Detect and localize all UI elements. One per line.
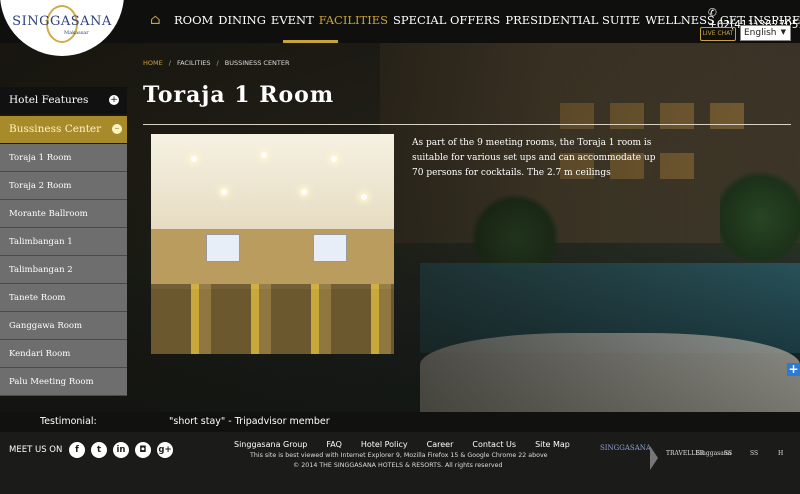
testimonial-label: Testimonial: — [40, 416, 97, 427]
footer-link-faq[interactable]: FAQ — [326, 440, 342, 449]
sidebar-hotel-features[interactable]: Hotel Features + — [0, 87, 127, 114]
facebook-icon[interactable]: f — [69, 442, 85, 458]
breadcrumb-facilities[interactable]: FACILITIES — [177, 59, 211, 67]
brand-logo-main[interactable]: SINGGASANA — [600, 444, 651, 472]
browser-note: This site is best viewed with Internet E… — [250, 452, 548, 459]
footer-link-contact[interactable]: Contact Us — [472, 440, 516, 449]
flickr-icon[interactable]: ◘ — [135, 442, 151, 458]
footer-link-hotel-policy[interactable]: Hotel Policy — [361, 440, 408, 449]
home-icon[interactable]: ⌂ — [150, 13, 164, 27]
nav-special-offers[interactable]: SPECIAL OFFERS — [393, 13, 500, 27]
sidebar-item-tanete[interactable]: Tanete Room — [0, 284, 127, 312]
copyright: © 2014 THE SINGGASANA HOTELS & RESORTS. … — [293, 462, 503, 469]
google-plus-icon[interactable]: g+ — [157, 442, 173, 458]
footer-link-sitemap[interactable]: Site Map — [535, 440, 570, 449]
meet-us-label: MEET US ON — [9, 445, 63, 455]
breadcrumb-separator: / — [168, 59, 171, 67]
breadcrumb-separator: / — [216, 59, 219, 67]
phone-icon: ✆ — [708, 7, 717, 19]
sidebar-item-morante-ballroom[interactable]: Morante Ballroom — [0, 200, 127, 228]
logo-subtext: Makassar — [64, 30, 89, 36]
sidebar-item-ganggawa[interactable]: Ganggawa Room — [0, 312, 127, 340]
language-select[interactable]: English ▼ — [740, 25, 791, 41]
brand-logo-3[interactable]: SS — [724, 450, 732, 468]
sidebar-room-list: Toraja 1 Room Toraja 2 Room Morante Ball… — [0, 144, 127, 396]
sidebar-item-toraja-1[interactable]: Toraja 1 Room — [0, 144, 127, 172]
chevron-down-icon: ▼ — [780, 28, 786, 36]
sidebar-business-center[interactable]: Bussiness Center – — [0, 116, 127, 143]
nav-room[interactable]: ROOM — [174, 13, 213, 27]
title-divider — [143, 124, 791, 125]
sidebar-item-kendari[interactable]: Kendari Room — [0, 340, 127, 368]
plus-circle-icon: + — [109, 95, 119, 105]
site-footer: MEET US ON f t in ◘ g+ Singgasana Group … — [0, 432, 800, 494]
arrow-right-icon — [650, 446, 658, 470]
breadcrumb-home[interactable]: HOME — [143, 59, 163, 67]
live-chat-button[interactable]: LIVE CHAT — [700, 27, 736, 41]
brand-logos: SINGGASANA TRAVELLER Singgasana SS SS H — [600, 444, 795, 476]
sidebar-section-label: Bussiness Center — [9, 123, 102, 135]
sidebar-features-label: Hotel Features — [9, 94, 89, 106]
sidebar-item-talimbangan-2[interactable]: Talimbangan 2 — [0, 256, 127, 284]
active-nav-indicator — [283, 40, 338, 43]
logo-text: SINGGASANA — [12, 14, 112, 29]
top-header: SINGGASANA Makassar ⌂ ROOM DINING EVENT … — [0, 0, 800, 56]
breadcrumb: HOME / FACILITIES / BUSSINESS CENTER — [143, 59, 290, 67]
nav-presidential-suite[interactable]: PRESIDENTIAL SUITE — [505, 13, 640, 27]
breadcrumb-current: BUSSINESS CENTER — [224, 59, 290, 67]
nav-dining[interactable]: DINING — [218, 13, 266, 27]
social-links: f t in ◘ g+ — [69, 442, 173, 458]
linkedin-icon[interactable]: in — [113, 442, 129, 458]
language-value: English — [744, 28, 777, 38]
twitter-icon[interactable]: t — [91, 442, 107, 458]
footer-link-group[interactable]: Singgasana Group — [234, 440, 307, 449]
nav-facilities[interactable]: FACILITIES — [319, 13, 388, 27]
brand-logo-5[interactable]: H — [778, 450, 783, 468]
minus-circle-icon: – — [112, 124, 122, 134]
sidebar-item-talimbangan-1[interactable]: Talimbangan 1 — [0, 228, 127, 256]
testimonial-quote[interactable]: "short stay" - Tripadvisor member — [169, 416, 330, 427]
testimonial-bar: Testimonial: "short stay" - Tripadvisor … — [0, 412, 800, 432]
room-description: As part of the 9 meeting rooms, the Tora… — [412, 138, 656, 178]
footer-links: Singgasana Group FAQ Hotel Policy Career… — [234, 440, 589, 449]
page-title: Toraja 1 Room — [143, 82, 335, 108]
sidebar-item-toraja-2[interactable]: Toraja 2 Room — [0, 172, 127, 200]
sidebar-item-palu-meeting[interactable]: Palu Meeting Room — [0, 368, 127, 396]
footer-link-career[interactable]: Career — [427, 440, 454, 449]
main-nav: ROOM DINING EVENT FACILITIES SPECIAL OFF… — [174, 13, 800, 27]
brand-logo-4[interactable]: SS — [750, 450, 758, 468]
nav-wellness[interactable]: WELLNESS — [645, 13, 715, 27]
room-photo — [151, 134, 394, 354]
share-plus-icon[interactable]: + — [787, 363, 800, 376]
nav-event[interactable]: EVENT — [271, 13, 314, 27]
